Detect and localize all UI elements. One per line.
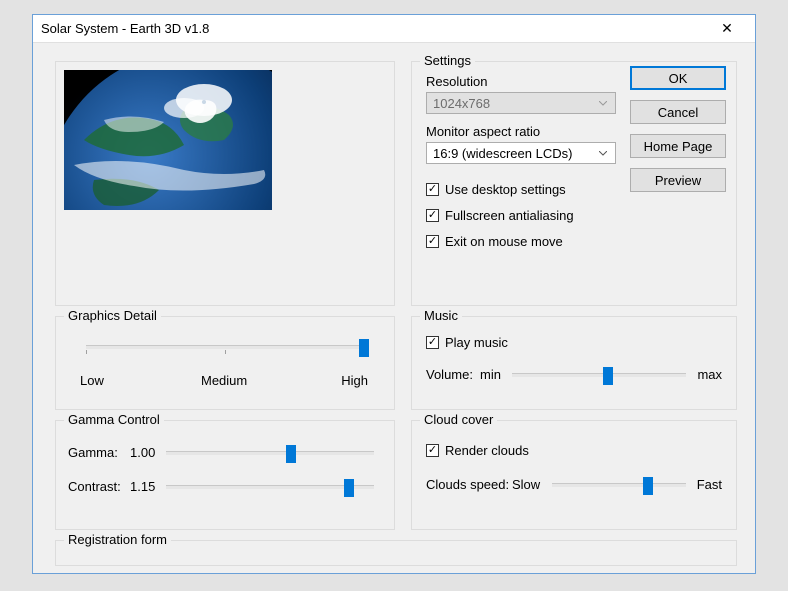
resolution-combo: 1024x768 bbox=[426, 92, 616, 114]
cancel-button[interactable]: Cancel bbox=[630, 100, 726, 124]
cloud-cover-group: Cloud cover ✓ Render clouds Clouds speed… bbox=[411, 420, 737, 530]
ok-button[interactable]: OK bbox=[630, 66, 726, 90]
volume-label: Volume: bbox=[426, 367, 480, 382]
slider-thumb[interactable] bbox=[603, 367, 613, 385]
use-desktop-label: Use desktop settings bbox=[445, 182, 566, 197]
use-desktop-checkbox[interactable]: ✓ bbox=[426, 183, 439, 196]
fullscreen-aa-checkbox[interactable]: ✓ bbox=[426, 209, 439, 222]
music-group: Music ✓ Play music Volume: min max bbox=[411, 316, 737, 410]
aspect-value: 16:9 (widescreen LCDs) bbox=[433, 146, 572, 161]
resolution-value: 1024x768 bbox=[433, 96, 490, 111]
gamma-heading: Gamma Control bbox=[64, 412, 164, 427]
aspect-combo[interactable]: 16:9 (widescreen LCDs) bbox=[426, 142, 616, 164]
chevron-down-icon bbox=[595, 96, 611, 110]
gamma-slider[interactable] bbox=[166, 451, 374, 455]
graphics-medium-label: Medium bbox=[201, 373, 247, 388]
settings-heading: Settings bbox=[420, 53, 475, 68]
earth-preview-image bbox=[64, 70, 272, 210]
app-window: Solar System - Earth 3D v1.8 ✕ bbox=[32, 14, 756, 574]
volume-min-label: min bbox=[480, 367, 506, 382]
contrast-value: 1.15 bbox=[130, 479, 160, 494]
gamma-value: 1.00 bbox=[130, 445, 160, 460]
content-area: Settings Resolution 1024x768 Monitor asp… bbox=[33, 43, 755, 573]
exit-mouse-label: Exit on mouse move bbox=[445, 234, 563, 249]
graphics-low-label: Low bbox=[80, 373, 104, 388]
clouds-slow-label: Slow bbox=[512, 477, 546, 492]
graphics-heading: Graphics Detail bbox=[64, 308, 161, 323]
slider-thumb[interactable] bbox=[344, 479, 354, 497]
fullscreen-aa-label: Fullscreen antialiasing bbox=[445, 208, 574, 223]
render-clouds-checkbox[interactable]: ✓ bbox=[426, 444, 439, 457]
volume-slider[interactable] bbox=[512, 373, 686, 377]
settings-group: Settings Resolution 1024x768 Monitor asp… bbox=[411, 61, 737, 306]
play-music-label: Play music bbox=[445, 335, 508, 350]
aspect-label: Monitor aspect ratio bbox=[426, 124, 540, 139]
render-clouds-label: Render clouds bbox=[445, 443, 529, 458]
close-icon[interactable]: ✕ bbox=[707, 20, 747, 37]
contrast-label: Contrast: bbox=[68, 479, 124, 494]
chevron-down-icon bbox=[595, 146, 611, 160]
cloud-heading: Cloud cover bbox=[420, 412, 497, 427]
window-title: Solar System - Earth 3D v1.8 bbox=[41, 21, 707, 36]
volume-max-label: max bbox=[697, 367, 722, 382]
contrast-slider[interactable] bbox=[166, 485, 374, 489]
resolution-label: Resolution bbox=[426, 74, 487, 89]
clouds-speed-slider[interactable] bbox=[552, 483, 686, 487]
preview-group bbox=[55, 61, 395, 306]
graphics-detail-slider[interactable] bbox=[86, 345, 364, 349]
exit-mouse-checkbox[interactable]: ✓ bbox=[426, 235, 439, 248]
play-music-checkbox[interactable]: ✓ bbox=[426, 336, 439, 349]
graphics-high-label: High bbox=[341, 373, 368, 388]
slider-thumb[interactable] bbox=[286, 445, 296, 463]
slider-thumb[interactable] bbox=[643, 477, 653, 495]
preview-button[interactable]: Preview bbox=[630, 168, 726, 192]
gamma-control-group: Gamma Control Gamma: 1.00 Contrast: 1.15 bbox=[55, 420, 395, 530]
slider-thumb[interactable] bbox=[359, 339, 369, 357]
music-heading: Music bbox=[420, 308, 462, 323]
graphics-detail-group: Graphics Detail Low Medium High bbox=[55, 316, 395, 410]
registration-form-group: Registration form bbox=[55, 540, 737, 566]
registration-heading: Registration form bbox=[64, 532, 171, 547]
gamma-label: Gamma: bbox=[68, 445, 124, 460]
clouds-fast-label: Fast bbox=[697, 477, 722, 492]
clouds-speed-label: Clouds speed: bbox=[426, 477, 512, 492]
home-page-button[interactable]: Home Page bbox=[630, 134, 726, 158]
titlebar: Solar System - Earth 3D v1.8 ✕ bbox=[33, 15, 755, 43]
